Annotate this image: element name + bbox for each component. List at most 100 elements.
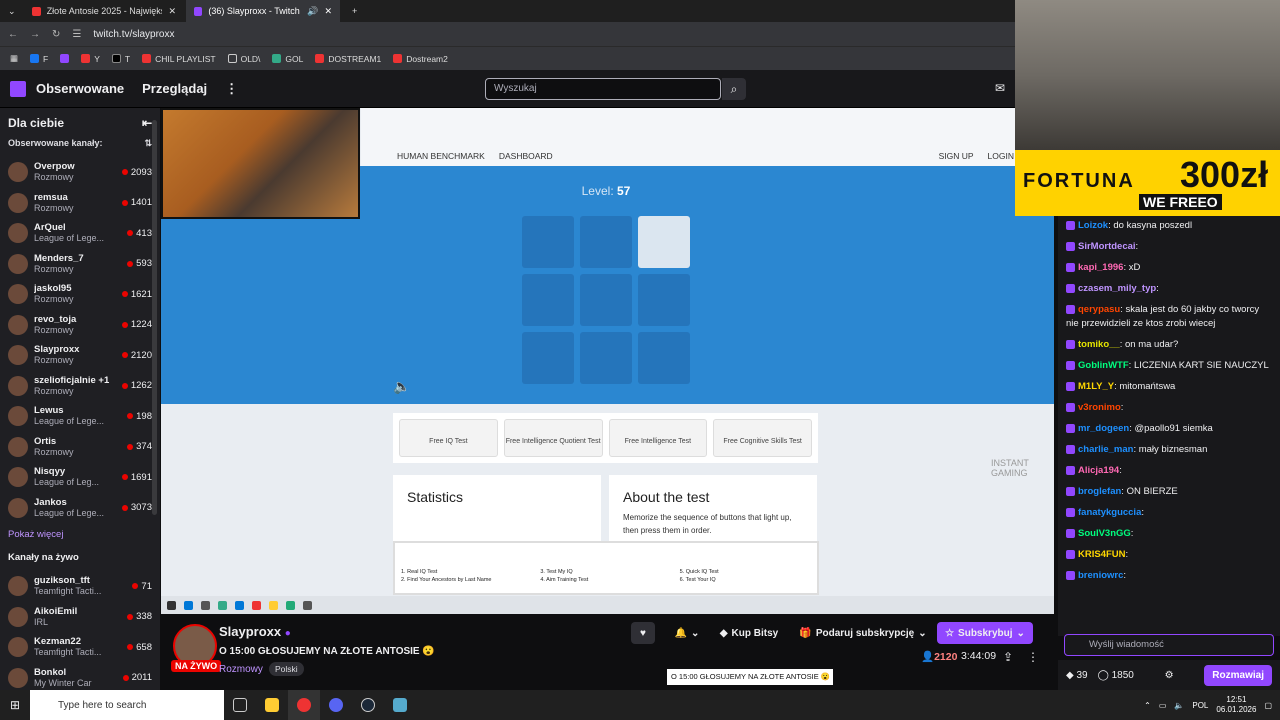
language-tag[interactable]: Polski xyxy=(269,662,304,676)
grid-tile[interactable] xyxy=(522,216,574,268)
apps-icon[interactable]: ▦ xyxy=(10,53,18,64)
subscribe-button[interactable]: ☆ Subskrybuj ⌄ xyxy=(937,622,1033,644)
notifications-icon[interactable]: ✉ xyxy=(995,81,1005,95)
chat-username[interactable]: broglefan xyxy=(1078,486,1121,497)
chat-username[interactable]: Alicja194 xyxy=(1078,465,1119,476)
ad-card[interactable]: Free Cognitive Skills Test xyxy=(713,419,812,457)
bookmark-old[interactable]: OLD\ xyxy=(227,54,260,64)
bookmark-chil-playlist[interactable]: CHIL PLAYLIST xyxy=(142,54,216,64)
sidebar-channel[interactable]: revo_toja Rozmowy 1224 xyxy=(0,310,160,341)
sidebar-channel[interactable]: Slayproxx Rozmowy 2120 xyxy=(0,340,160,371)
sidebar-channel[interactable]: Ortis Rozmowy 374 xyxy=(0,432,160,463)
bits-icon[interactable]: ◆ 39 xyxy=(1066,670,1088,681)
ad-link[interactable]: 6. Test Your IQ xyxy=(680,577,811,583)
ad-link[interactable]: 4. Aim Training Test xyxy=(540,577,671,583)
grid-tile[interactable] xyxy=(522,332,574,384)
site-info-icon[interactable]: ☰ xyxy=(72,29,81,40)
speaker-icon[interactable]: 🔊 xyxy=(307,6,318,17)
chat-username[interactable]: fanatykguccia xyxy=(1078,507,1141,518)
close-icon[interactable]: ✕ xyxy=(168,6,176,17)
nav-browse[interactable]: Przeglądaj xyxy=(142,81,207,96)
app-icon[interactable] xyxy=(384,690,416,720)
sidebar-channel[interactable]: Nisqyy League of Leg... 1691 xyxy=(0,462,160,493)
stream-category[interactable]: Rozmowy xyxy=(219,664,263,675)
search-button[interactable]: ⌕ xyxy=(722,78,746,100)
chat-username[interactable]: M1LY_Y xyxy=(1078,381,1114,392)
bookmark-f[interactable]: F xyxy=(30,54,48,64)
sidebar-channel[interactable]: Menders_7 Rozmowy 593 xyxy=(0,249,160,280)
channel-name[interactable]: Slayproxx ● xyxy=(219,624,291,639)
chat-username[interactable]: charlie_man xyxy=(1078,444,1133,455)
chat-username[interactable]: kapi_1996 xyxy=(1078,262,1123,273)
twitch-logo-icon[interactable] xyxy=(10,80,26,97)
sidebar-channel[interactable]: Jankos League of Lege... 3073 xyxy=(0,493,160,524)
bookmark-t[interactable]: T xyxy=(111,54,130,64)
steam-icon[interactable] xyxy=(352,690,384,720)
grid-tile[interactable] xyxy=(580,274,632,326)
tab-twitch[interactable]: (36) Slayproxx - Twitch 🔊 ✕ xyxy=(186,0,340,22)
forward-icon[interactable]: → xyxy=(30,29,40,40)
clock[interactable]: 12:51 06.01.2026 xyxy=(1216,695,1256,715)
chat-username[interactable]: GoblinWTF xyxy=(1078,360,1129,371)
task-view-icon[interactable] xyxy=(224,690,256,720)
ad-link[interactable]: 3. Test My IQ xyxy=(540,569,671,575)
sidebar-channel[interactable]: ArQuel League of Lege... 413 xyxy=(0,218,160,249)
nav-followed[interactable]: Obserwowane xyxy=(36,81,124,96)
sidebar-channel[interactable]: guzikson_tft Teamfight Tacti... 71 xyxy=(0,571,160,602)
gift-sub-button[interactable]: 🎁 Podaruj subskrypcję ⌄ xyxy=(797,622,929,644)
sidebar-channel[interactable]: remsua Rozmowy 1401 xyxy=(0,188,160,219)
close-icon[interactable]: ✕ xyxy=(324,6,332,17)
signup-link[interactable]: SIGN UP xyxy=(939,151,974,161)
chat-username[interactable]: qerypasu xyxy=(1078,304,1120,315)
tab-search-icon[interactable]: ⌄ xyxy=(0,0,22,22)
chrome-icon[interactable] xyxy=(288,690,320,720)
search-input[interactable]: Wyszukaj xyxy=(485,78,721,100)
chat-username[interactable]: mr_dogeen xyxy=(1078,423,1129,434)
buy-bits-button[interactable]: ◆ Kup Bitsy xyxy=(717,622,781,644)
ad-link[interactable]: 5. Quick IQ Test xyxy=(680,569,811,575)
sidebar-channel[interactable]: AikoiEmil IRL 338 xyxy=(0,602,160,633)
bookmark-y[interactable]: Y xyxy=(81,54,100,64)
dashboard-link[interactable]: DASHBOARD xyxy=(499,151,553,161)
url-field[interactable]: twitch.tv/slayproxx xyxy=(93,29,174,40)
volume-icon[interactable]: 🔈 xyxy=(1174,701,1184,710)
chat-button[interactable]: Rozmawiaj xyxy=(1204,664,1272,686)
bookmark-gol[interactable]: GOL xyxy=(272,54,303,64)
grid-tile[interactable] xyxy=(580,216,632,268)
grid-tile[interactable] xyxy=(580,332,632,384)
reload-icon[interactable]: ↻ xyxy=(52,29,60,40)
chat-username[interactable]: KRIS4FUN xyxy=(1078,549,1126,560)
tab-zlote-antosie[interactable]: Złote Antosie 2025 - Największ ✕ xyxy=(24,0,184,22)
collapse-icon[interactable]: ⇤ xyxy=(142,116,152,130)
chat-username[interactable]: czasem_mily_typ xyxy=(1078,283,1156,294)
bookmark-dostream1[interactable]: DOSTREAM1 xyxy=(315,54,381,64)
sidebar-channel[interactable]: Kezman22 Teamfight Tacti... 658 xyxy=(0,632,160,663)
grid-tile-lit[interactable] xyxy=(638,216,690,268)
chat-username[interactable]: SirMortdecai xyxy=(1078,241,1136,252)
chat-username[interactable]: tomiko__ xyxy=(1078,339,1120,350)
new-tab-button[interactable]: + xyxy=(344,0,364,22)
ad-link[interactable]: 1. Real IQ Test xyxy=(401,569,532,575)
more-options-icon[interactable]: ⋮ xyxy=(1027,650,1039,664)
settings-icon[interactable]: ⚙ xyxy=(1165,670,1174,681)
sidebar-channel[interactable]: jaskol95 Rozmowy 1621 xyxy=(0,279,160,310)
ad-card[interactable]: Free Intelligence Quotient Test xyxy=(503,419,603,457)
grid-tile[interactable] xyxy=(522,274,574,326)
notification-bell-button[interactable]: 🔔 ⌄ xyxy=(669,622,705,644)
share-icon[interactable]: ⇪ xyxy=(1003,650,1013,664)
discord-icon[interactable] xyxy=(320,690,352,720)
chat-username[interactable]: Loizok xyxy=(1078,220,1108,231)
file-explorer-icon[interactable] xyxy=(256,690,288,720)
ad-link[interactable]: 2. Find Your Ancestors by Last Name xyxy=(401,577,532,583)
ad-card[interactable]: Free Intelligence Test xyxy=(608,419,708,457)
channel-points-icon[interactable]: ◯ 1850 xyxy=(1098,670,1134,681)
sidebar-scrollbar[interactable] xyxy=(152,120,157,515)
taskbar-search-input[interactable]: Type here to search xyxy=(30,690,224,720)
follow-button[interactable]: ♥ xyxy=(631,622,655,644)
chat-username[interactable]: v3ronimo xyxy=(1078,402,1121,413)
chat-username[interactable]: SoulV3nGG xyxy=(1078,528,1131,539)
human-benchmark-link[interactable]: HUMAN BENCHMARK xyxy=(397,151,485,161)
notification-center-icon[interactable]: ▢ xyxy=(1264,701,1272,710)
ad-card[interactable]: Free IQ Test xyxy=(399,419,498,457)
login-link[interactable]: LOGIN xyxy=(988,151,1014,161)
